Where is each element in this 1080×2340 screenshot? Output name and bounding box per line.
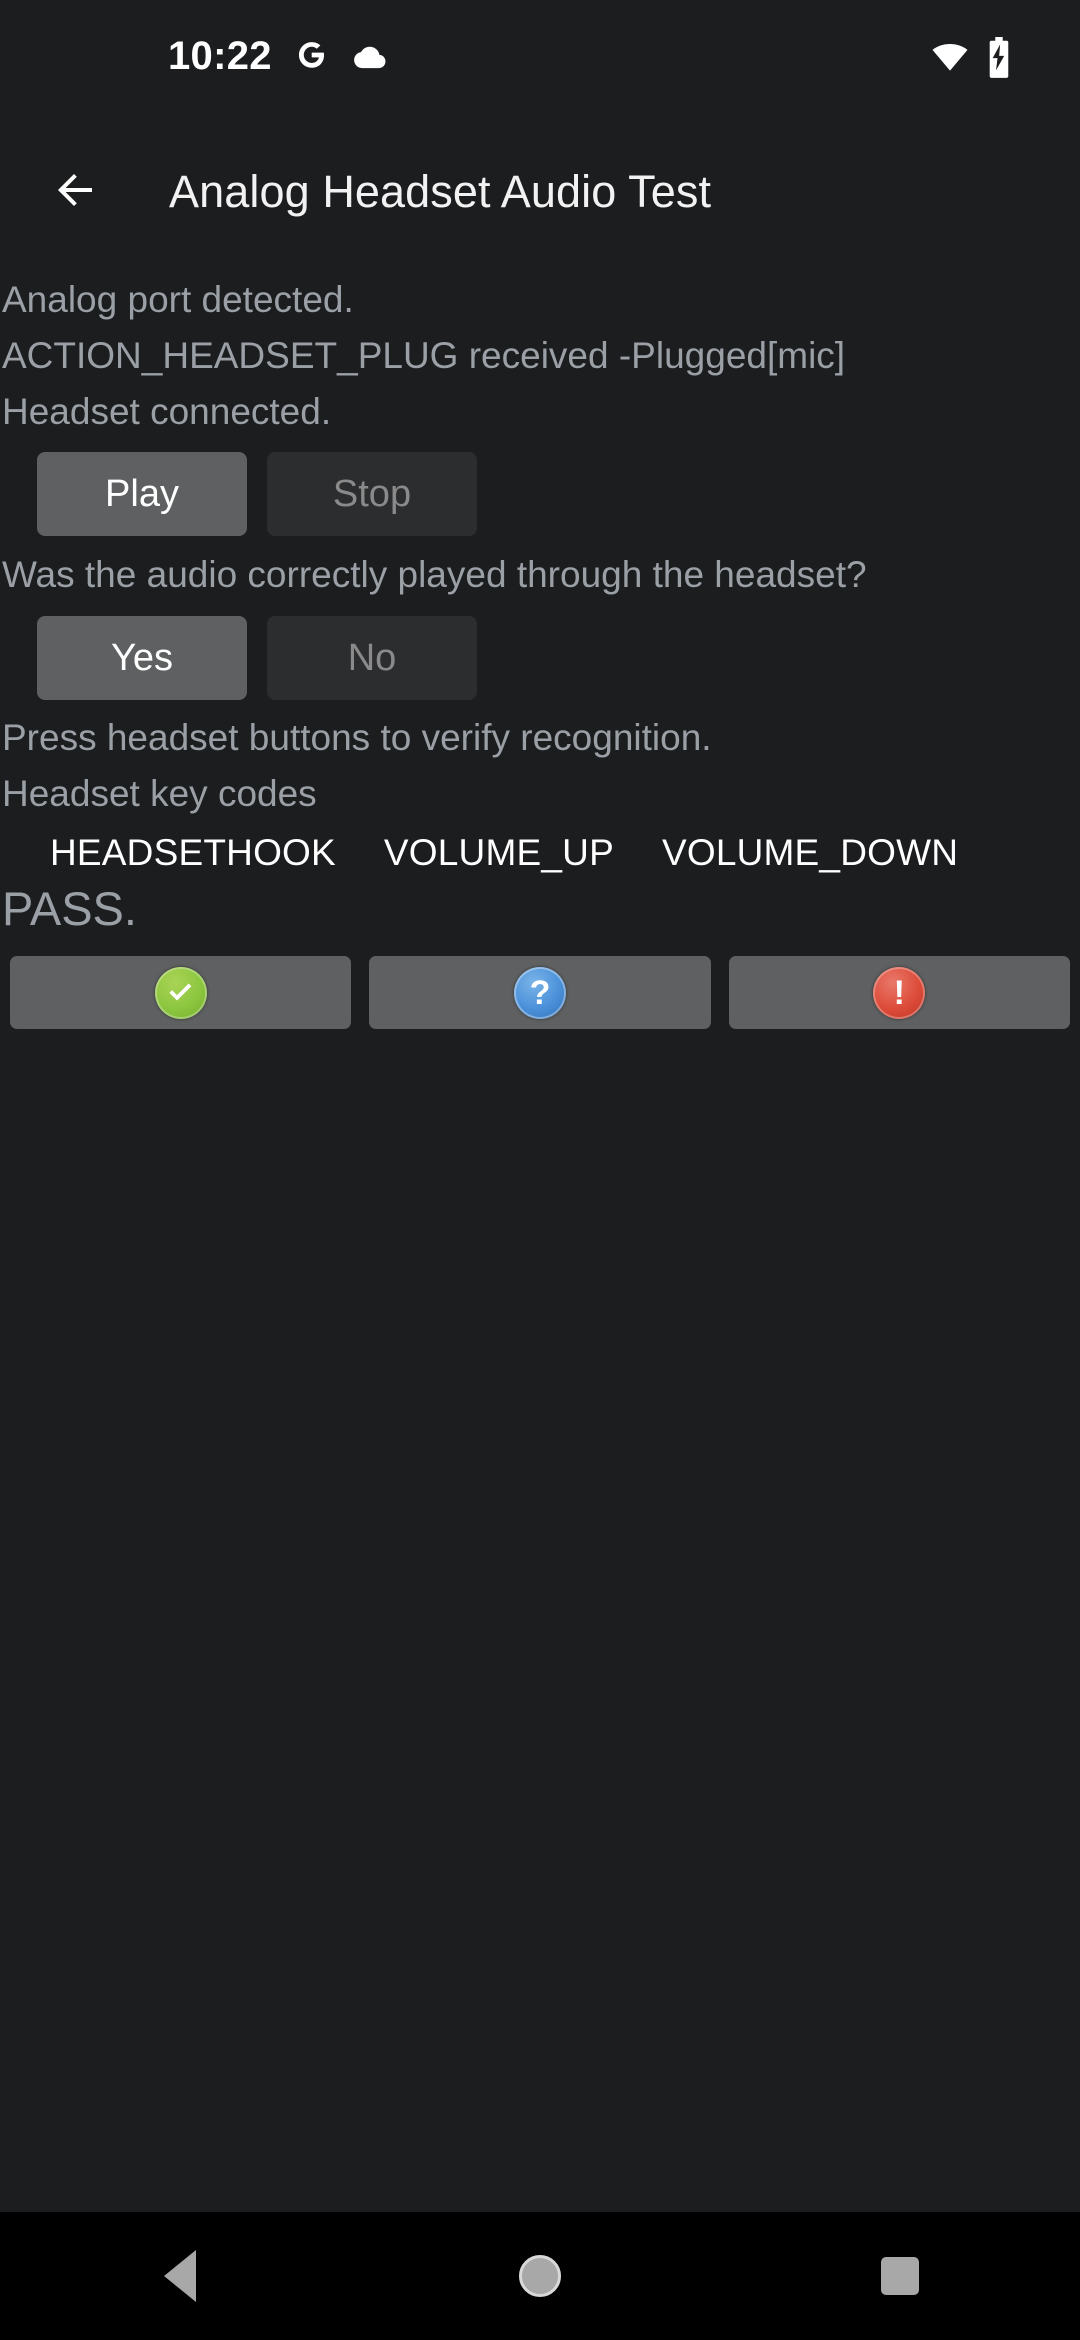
status-bar-left: 10:22 (168, 36, 388, 76)
action-bar: Analog Headset Audio Test (0, 112, 1080, 272)
question-mark-glyph: ? (529, 973, 551, 1012)
verdict-label: PASS. (2, 882, 137, 935)
keycode-headsethook: HEADSETHOOK (50, 832, 336, 873)
question-circle-icon: ? (513, 966, 566, 1019)
info-button[interactable]: ? (369, 956, 711, 1029)
arrow-back-icon (52, 166, 100, 219)
status-line-port: Analog port detected. (2, 279, 354, 320)
exclamation-mark-glyph: ! (893, 973, 905, 1012)
phone-screen: 10:22 Analog Headset Audio Test Analog p… (0, 0, 1080, 2340)
keycodes-label: Headset key codes (2, 773, 317, 814)
battery-charging-icon (986, 37, 1012, 78)
status-clock: 10:22 (168, 34, 272, 78)
fail-button[interactable]: ! (728, 956, 1070, 1029)
status-bar: 10:22 (0, 0, 1080, 112)
verdict-button-row: ? ! (0, 956, 1080, 1029)
keycode-volume-up: VOLUME_UP (383, 832, 614, 873)
navigation-bar (0, 2212, 1080, 2340)
status-line-connected: Headset connected. (2, 391, 332, 432)
keycode-row: HEADSETHOOK VOLUME_UP VOLUME_DOWN (0, 832, 1080, 874)
main-content: Analog port detected. ACTION_HEADSET_PLU… (0, 272, 1080, 1029)
status-line-action: ACTION_HEADSET_PLUG received -Plugged[mi… (2, 335, 846, 376)
yes-button[interactable]: Yes (37, 616, 247, 700)
audio-question-label: Was the audio correctly played through t… (2, 554, 867, 595)
status-bar-right (930, 37, 1044, 78)
wifi-icon (930, 39, 970, 73)
pass-button[interactable] (10, 956, 352, 1029)
keycode-volume-down: VOLUME_DOWN (661, 832, 959, 873)
nav-recents-icon (881, 2257, 919, 2295)
cloud-icon (350, 42, 388, 70)
check-circle-icon (154, 966, 207, 1019)
nav-recents-button[interactable] (825, 2212, 975, 2340)
stop-button[interactable]: Stop (267, 452, 477, 536)
nav-back-icon (164, 2250, 196, 2302)
back-button[interactable] (28, 144, 124, 240)
no-button[interactable]: No (267, 616, 477, 700)
exclamation-circle-icon: ! (873, 966, 926, 1019)
page-title: Analog Headset Audio Test (169, 166, 712, 217)
google-g-icon (294, 39, 328, 73)
play-button[interactable]: Play (37, 452, 247, 536)
answer-button-row: Yes No (0, 616, 1080, 700)
press-instruction-label: Press headset buttons to verify recognit… (2, 717, 712, 758)
nav-back-button[interactable] (105, 2212, 255, 2340)
playback-button-row: Play Stop (0, 452, 1080, 536)
nav-home-button[interactable] (465, 2212, 615, 2340)
nav-home-icon (519, 2255, 561, 2297)
